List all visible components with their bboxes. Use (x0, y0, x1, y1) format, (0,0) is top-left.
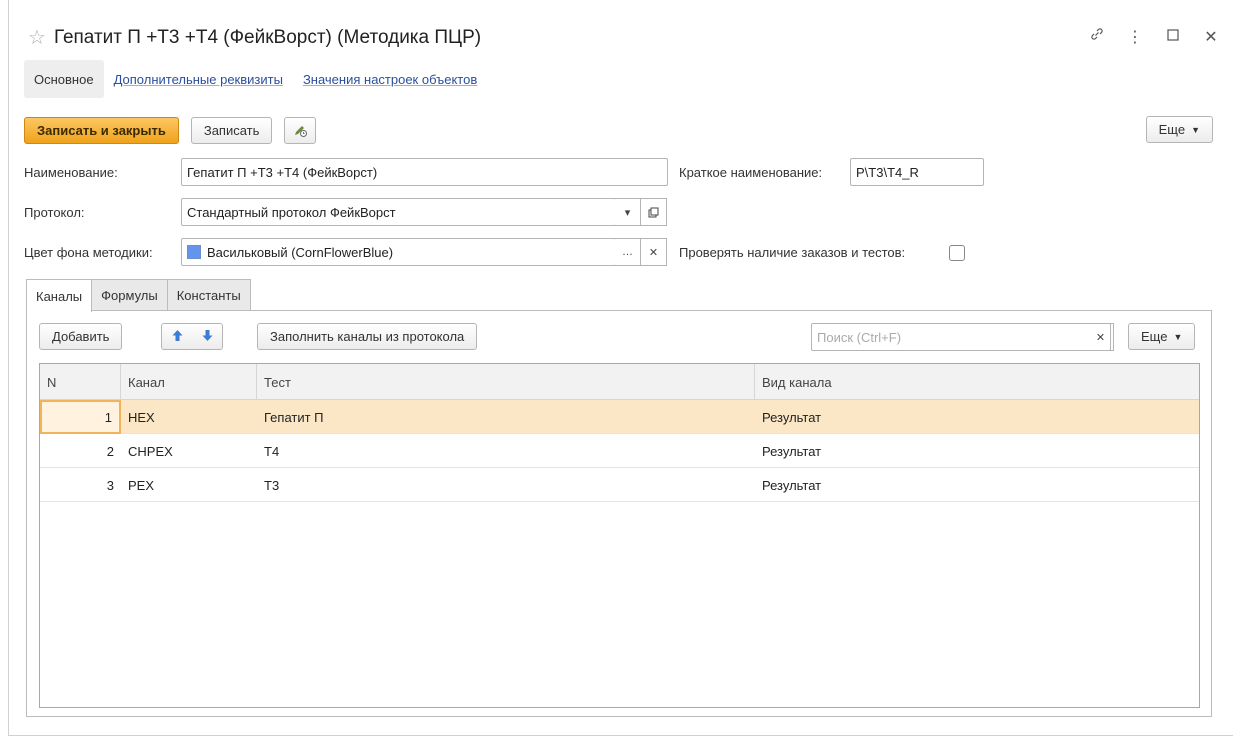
form-tabs: Основное Дополнительные реквизиты Значен… (24, 60, 487, 98)
page-title: Гепатит П +Т3 +Т4 (ФейкВорст) (Методика … (53, 27, 482, 48)
dropdown-icon[interactable]: ▾ (615, 198, 641, 226)
color-swatch (187, 245, 201, 259)
cell-channel[interactable]: CHPEX (121, 434, 257, 468)
column-header-test[interactable]: Тест (257, 364, 755, 400)
move-buttons (161, 323, 223, 350)
cell-channel[interactable]: HEX (121, 400, 257, 434)
save-button[interactable]: Записать (190, 116, 273, 144)
cell-test[interactable]: Гепатит П (257, 400, 755, 434)
link-icon[interactable] (1089, 26, 1105, 47)
cell-kind[interactable]: Результат (755, 400, 1201, 434)
close-icon[interactable]: ✕ (1203, 27, 1219, 47)
edit-icon[interactable] (284, 116, 317, 144)
clear-icon[interactable]: ✕ (641, 238, 667, 266)
short-name-label: Краткое наименование: (679, 165, 823, 180)
table-header: N Канал Тест Вид канала (40, 364, 1199, 400)
color-label: Цвет фона методики: (24, 245, 153, 260)
channels-panel: Добавить Заполнить каналы из протокола П… (26, 310, 1212, 717)
name-label: Наименование: (24, 165, 118, 180)
title-bar: ☆ Гепатит П +Т3 +Т4 (ФейкВорст) (Методик… (28, 24, 481, 52)
column-header-kind[interactable]: Вид канала (755, 364, 1201, 400)
star-icon[interactable]: ☆ (28, 28, 46, 48)
tab-channels[interactable]: Каналы (26, 279, 93, 312)
table-row[interactable]: 2 CHPEX Т4 Результат (40, 434, 1199, 468)
select-icon[interactable]: … (615, 238, 641, 266)
color-value: Васильковый (CornFlowerBlue) (207, 244, 394, 260)
command-bar: Записать и закрыть Записать (24, 116, 317, 144)
protocol-label: Протокол: (24, 205, 85, 220)
window-controls: ⋮ ✕ (1089, 26, 1219, 47)
cell-test[interactable]: Т4 (257, 434, 755, 468)
name-field[interactable]: Гепатит П +Т3 +Т4 (ФейкВорст) (181, 158, 668, 186)
table-row[interactable]: 1 HEX Гепатит П Результат (40, 400, 1199, 434)
maximize-icon[interactable] (1165, 28, 1181, 46)
cell-n[interactable]: 1 (40, 400, 121, 434)
chevron-down-icon: ▼ (1173, 331, 1183, 342)
table-more-label: Еще (1141, 329, 1168, 344)
inner-tabs: Каналы Формулы Константы (26, 279, 251, 312)
fill-from-protocol-button[interactable]: Заполнить каналы из протокола (257, 323, 478, 350)
more-vertical-icon[interactable]: ⋮ (1127, 27, 1143, 47)
check-orders-label: Проверять наличие заказов и тестов: (679, 245, 906, 260)
save-and-close-button[interactable]: Записать и закрыть (24, 116, 179, 144)
search-clear-icon[interactable]: ✕ (1088, 323, 1114, 351)
cell-kind[interactable]: Результат (755, 434, 1201, 468)
cell-n[interactable]: 3 (40, 468, 121, 502)
cell-kind[interactable]: Результат (755, 468, 1201, 502)
add-button[interactable]: Добавить (39, 323, 123, 350)
chevron-down-icon: ▼ (1191, 124, 1200, 135)
tab-object-settings[interactable]: Значения настроек объектов (293, 60, 487, 98)
search-input[interactable]: Поиск (Ctrl+F) (811, 323, 1111, 351)
color-field[interactable]: Васильковый (CornFlowerBlue) (181, 238, 616, 266)
table-row[interactable]: 3 PEX Т3 Результат (40, 468, 1199, 502)
column-header-n[interactable]: N (40, 364, 121, 400)
more-button-label: Еще (1158, 122, 1186, 137)
cell-test[interactable]: Т3 (257, 468, 755, 502)
column-header-channel[interactable]: Канал (121, 364, 257, 400)
channels-table: N Канал Тест Вид канала 1 HEX Гепатит П … (39, 363, 1200, 708)
open-icon[interactable] (641, 198, 667, 226)
check-orders-checkbox[interactable] (949, 245, 965, 261)
cell-n[interactable]: 2 (40, 434, 121, 468)
tab-additional-attributes[interactable]: Дополнительные реквизиты (104, 60, 293, 98)
short-name-field[interactable]: P\T3\T4_R (850, 158, 984, 186)
tab-main[interactable]: Основное (24, 60, 104, 98)
table-more-button[interactable]: Еще ▼ (1128, 323, 1196, 350)
tab-constants[interactable]: Константы (166, 279, 251, 311)
tab-formulas[interactable]: Формулы (91, 279, 168, 311)
arrow-down-icon[interactable] (201, 329, 214, 345)
more-button[interactable]: Еще ▼ (1145, 116, 1213, 143)
cell-channel[interactable]: PEX (121, 468, 257, 502)
protocol-field[interactable]: Стандартный протокол ФейкВорст (181, 198, 616, 226)
arrow-up-icon[interactable] (171, 329, 184, 345)
